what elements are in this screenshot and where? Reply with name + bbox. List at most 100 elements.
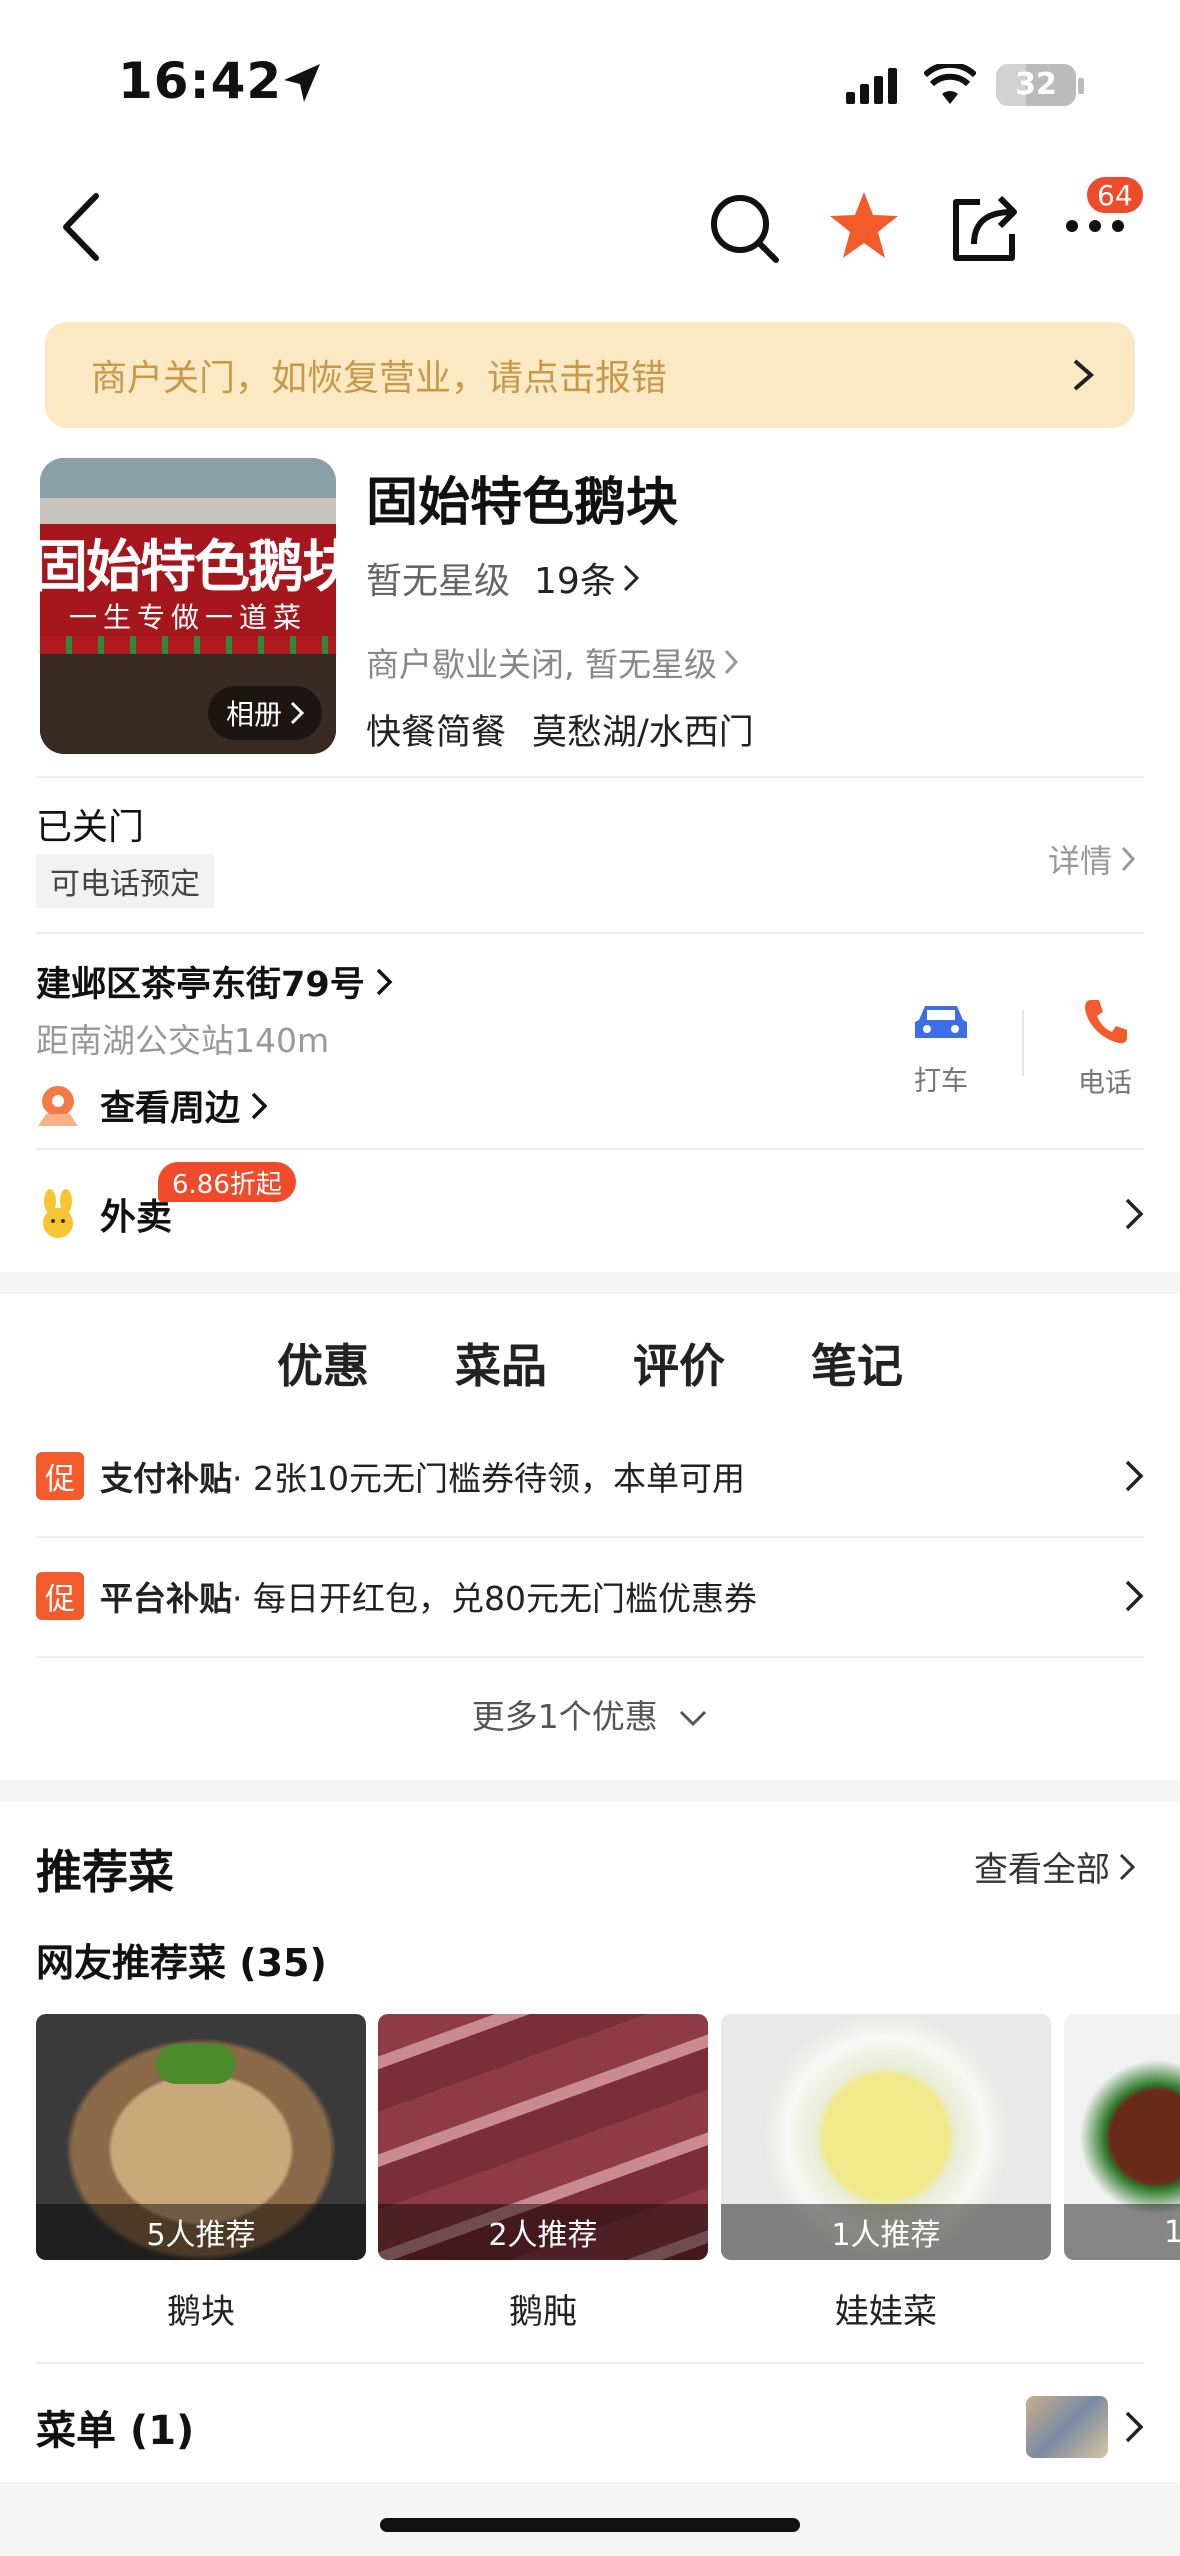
promo-title: 支付补贴	[100, 1459, 232, 1498]
phone-label: 电话	[1078, 1068, 1132, 1099]
search-icon[interactable]	[708, 192, 780, 264]
battery-level: 32	[1015, 67, 1057, 102]
divider	[36, 1148, 1144, 1150]
top-nav: 64	[0, 170, 1180, 290]
promo-title: 平台补贴	[100, 1579, 232, 1618]
recommended-title: 推荐菜	[36, 1845, 174, 1899]
chevron-down-icon	[680, 1710, 707, 1727]
address-link[interactable]: 建邺区茶亭东街79号	[36, 956, 393, 1007]
chevron-right-icon	[1119, 1853, 1136, 1880]
address-text: 建邺区茶亭东街79号	[36, 965, 365, 1005]
share-icon[interactable]	[950, 190, 1022, 264]
review-count: 19条	[534, 561, 616, 602]
shop-name: 固始特色鹅块	[366, 473, 679, 533]
divider	[36, 932, 1144, 934]
banner-text: 商户关门，如恢复营业，请点击报错	[91, 358, 668, 399]
view-nearby-link[interactable]: 查看周边	[36, 1080, 268, 1131]
dish-recommend-count: 2人推荐	[378, 2204, 708, 2260]
chevron-right-icon	[1121, 846, 1136, 872]
album-button[interactable]: 相册	[207, 686, 322, 740]
dish-name: 娃娃菜	[835, 2292, 937, 2332]
dish-recommend-count: 1	[1064, 2204, 1180, 2260]
chevron-right-icon	[376, 968, 393, 995]
dish-card[interactable]: 1	[1064, 2014, 1180, 2260]
taxi-button[interactable]: 打车	[906, 1000, 976, 1098]
home-indicator[interactable]	[380, 2518, 800, 2532]
chevron-right-icon	[1125, 1198, 1144, 1230]
notification-badge: 64	[1084, 174, 1146, 216]
report-error-banner[interactable]: 商户关门，如恢复营业，请点击报错	[45, 322, 1135, 428]
promo-tag: 促	[36, 1452, 84, 1500]
chevron-right-icon	[251, 1092, 268, 1119]
section-gap	[0, 1272, 1180, 1294]
category-tag: 快餐简餐	[366, 713, 507, 753]
promo-row[interactable]: 促 平台补贴 · 每日开红包，兑80元无门槛优惠券	[36, 1536, 1144, 1656]
shop-photo[interactable]: 固始特色鹅块 一生专做一道菜 相册	[40, 458, 336, 754]
nearby-label: 查看周边	[100, 1089, 241, 1129]
dish-card[interactable]: 1人推荐	[721, 2014, 1051, 2260]
chevron-right-icon	[290, 701, 304, 725]
menu-row[interactable]: 菜单 (1)	[36, 2396, 1144, 2458]
menu-label: 菜单 (1)	[36, 2408, 195, 2454]
detail-link[interactable]: 详情	[1048, 836, 1136, 882]
battery-icon: 32	[996, 64, 1076, 106]
closed-note[interactable]: 商户歇业关闭, 暂无星级	[366, 638, 739, 686]
back-icon[interactable]	[56, 192, 106, 262]
promo-desc: · 每日开红包，兑80元无门槛优惠券	[232, 1579, 757, 1618]
taxi-label: 打车	[914, 1066, 968, 1097]
closed-note-text: 商户歇业关闭, 暂无星级	[366, 645, 717, 684]
chevron-right-icon	[1073, 359, 1095, 391]
phone-button[interactable]: 电话	[1070, 996, 1140, 1100]
chevron-right-icon	[623, 564, 639, 592]
dish-name: 鹅块	[167, 2292, 235, 2332]
tab-notes[interactable]: 笔记	[811, 1320, 903, 1410]
divider	[36, 2362, 1144, 2364]
status-time: 16:42	[118, 52, 283, 110]
menu-thumbnail	[1026, 2396, 1108, 2458]
view-all-link[interactable]: 查看全部	[974, 1842, 1136, 1891]
rating-row[interactable]: 暂无星级 19条	[366, 552, 640, 604]
takeout-rabbit-icon	[43, 1189, 73, 1238]
more-icon[interactable]	[1064, 216, 1126, 236]
divider	[36, 776, 1144, 778]
dish-card[interactable]: 2人推荐	[378, 2014, 708, 2260]
dish-card[interactable]: 5人推荐	[36, 2014, 366, 2260]
chevron-right-icon	[1125, 1460, 1144, 1492]
car-icon	[915, 1006, 967, 1038]
area-tag: 莫愁湖/水西门	[532, 713, 754, 753]
section-gap	[0, 1780, 1180, 1802]
more-promos-label: 更多1个优惠	[471, 1697, 658, 1736]
chevron-right-icon	[1125, 2411, 1144, 2443]
phone-icon	[1085, 1000, 1127, 1044]
booking-tag: 可电话预定	[36, 854, 214, 908]
dish-recommend-count: 1人推荐	[721, 2204, 1051, 2260]
signal-icon	[846, 68, 897, 104]
recommended-subtitle: 网友推荐菜 (35)	[36, 1941, 327, 1985]
dish-recommend-count: 5人推荐	[36, 2204, 366, 2260]
promo-tag: 促	[36, 1572, 84, 1620]
rating-text: 暂无星级	[366, 561, 511, 602]
more-promos-button[interactable]: 更多1个优惠	[0, 1690, 1180, 1738]
divider	[1022, 1010, 1024, 1076]
tab-reviews[interactable]: 评价	[633, 1320, 725, 1410]
takeout-discount-badge: 6.86折起	[158, 1162, 296, 1202]
battery-tip	[1078, 78, 1084, 94]
chevron-right-icon	[1125, 1580, 1144, 1612]
tab-dishes[interactable]: 菜品	[455, 1320, 547, 1410]
garnish	[156, 2044, 236, 2084]
distance-text: 距南湖公交站140m	[36, 1021, 330, 1060]
favorite-star-icon[interactable]	[826, 188, 902, 264]
tab-discounts[interactable]: 优惠	[273, 1320, 373, 1410]
view-all-label: 查看全部	[974, 1850, 1110, 1890]
detail-label: 详情	[1047, 842, 1112, 880]
wifi-icon	[924, 64, 976, 104]
business-status: 已关门	[36, 807, 145, 848]
status-bar: 16:42 32	[0, 0, 1180, 150]
promo-row[interactable]: 促 支付补贴 · 2张10元无门槛券待领，本单可用	[36, 1416, 1144, 1536]
divider	[36, 1656, 1144, 1658]
album-label: 相册	[225, 698, 282, 731]
chevron-right-icon	[724, 649, 739, 675]
promo-desc: · 2张10元无门槛券待领，本单可用	[232, 1459, 745, 1498]
location-arrow-icon	[284, 64, 320, 102]
photo-slogan-text: 一生专做一道菜	[68, 601, 307, 634]
